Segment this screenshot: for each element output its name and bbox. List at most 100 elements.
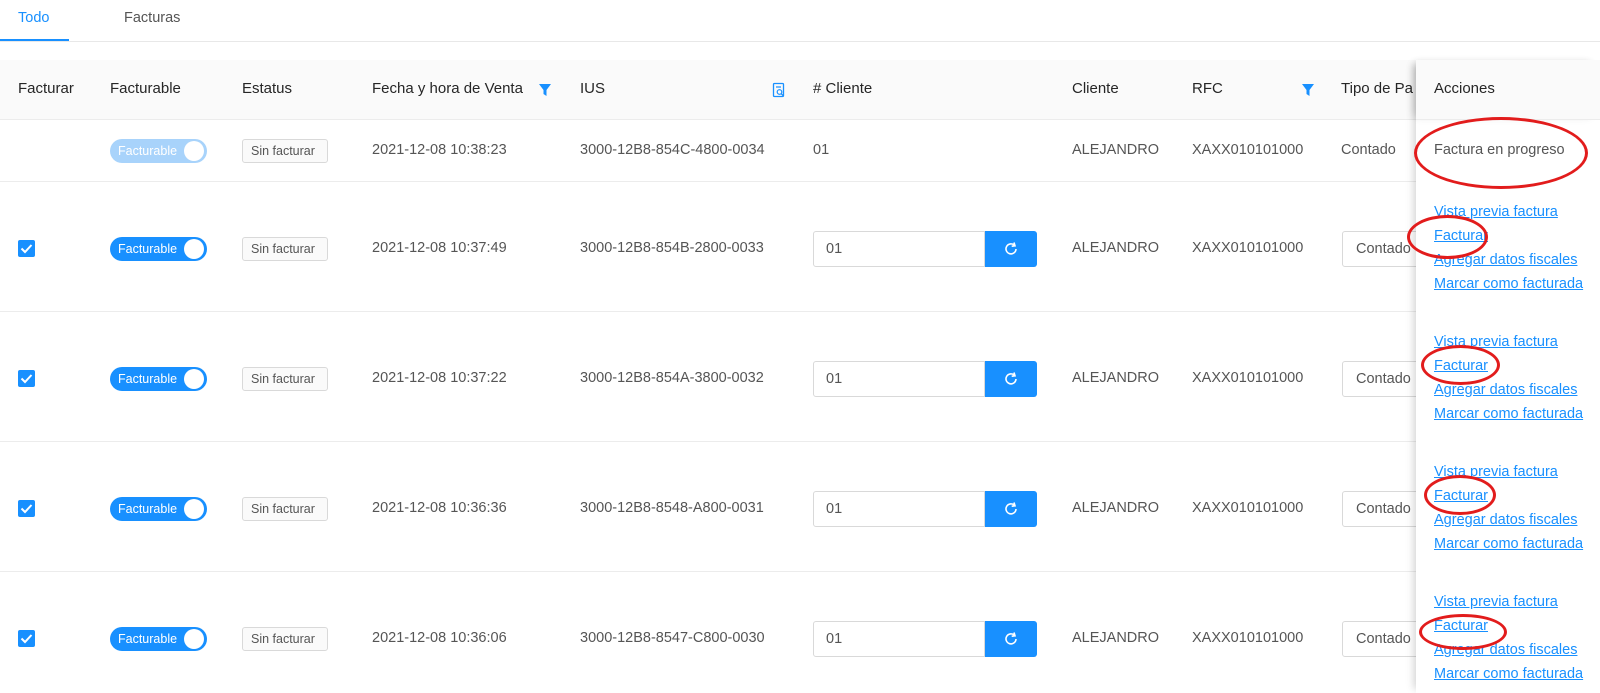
table-row: Facturable Sin facturar 2021-12-08 10:37… — [0, 312, 1600, 442]
check-icon — [20, 374, 33, 384]
toggle-knob — [184, 499, 204, 519]
rfc-cell: XAXX010101000 — [1192, 240, 1304, 256]
ius-cell: 3000-12B8-8547-C800-0030 — [580, 630, 765, 646]
tab-facturas[interactable]: Facturas — [124, 10, 180, 26]
header-cliente: Cliente — [1072, 80, 1119, 97]
cliente-num-input[interactable]: 01 — [813, 231, 985, 267]
refresh-button[interactable] — [985, 621, 1037, 657]
table-row: Facturable Sin facturar 2021-12-08 10:37… — [0, 182, 1600, 312]
header-rfc: RFC — [1192, 80, 1223, 97]
refresh-icon — [1005, 632, 1017, 645]
refresh-icon — [1005, 242, 1017, 255]
facturar-link[interactable]: Facturar — [1434, 358, 1488, 374]
ventas-table: Facturar Facturable Estatus Fecha y hora… — [0, 60, 1600, 693]
header-facturar: Facturar — [18, 80, 74, 97]
toggle-knob — [184, 141, 204, 161]
ius-cell: 3000-12B8-854B-2800-0033 — [580, 240, 764, 256]
table-row: Facturable Sin facturar 2021-12-08 10:36… — [0, 442, 1600, 572]
facturable-toggle[interactable]: Facturable — [110, 367, 207, 391]
table-row: Facturable Sin facturar 2021-12-08 10:36… — [0, 572, 1600, 693]
actions-header: Acciones — [1416, 60, 1600, 120]
rfc-cell: XAXX010101000 — [1192, 630, 1304, 646]
fecha-cell: 2021-12-08 10:37:49 — [372, 240, 507, 256]
facturable-toggle[interactable]: Facturable — [110, 237, 207, 261]
facturable-toggle-label: Facturable — [118, 144, 178, 158]
toggle-knob — [184, 629, 204, 649]
fecha-cell: 2021-12-08 10:36:36 — [372, 500, 507, 516]
header-ius: IUS — [580, 80, 606, 97]
fecha-cell: 2021-12-08 10:37:22 — [372, 370, 507, 386]
rfc-cell: XAXX010101000 — [1192, 500, 1304, 516]
agregar-datos-fiscales-link[interactable]: Agregar datos fiscales — [1434, 252, 1577, 268]
facturar-checkbox[interactable] — [18, 500, 35, 517]
toggle-knob — [184, 239, 204, 259]
marcar-facturada-link[interactable]: Marcar como facturada — [1434, 276, 1583, 292]
status-badge: Sin facturar — [242, 139, 328, 163]
facturable-toggle[interactable]: Facturable — [110, 497, 207, 521]
refresh-icon — [1005, 502, 1017, 515]
check-icon — [20, 634, 33, 644]
header-estatus: Estatus — [242, 80, 293, 97]
check-icon — [20, 504, 33, 514]
vista-previa-link[interactable]: Vista previa factura — [1434, 594, 1558, 610]
status-badge: Sin facturar — [242, 497, 328, 521]
status-badge: Sin facturar — [242, 367, 328, 391]
facturar-checkbox[interactable] — [18, 370, 35, 387]
marcar-facturada-link[interactable]: Marcar como facturada — [1434, 406, 1583, 422]
filter-icon[interactable] — [1301, 82, 1315, 98]
facturar-link[interactable]: Facturar — [1434, 488, 1488, 504]
agregar-datos-fiscales-link[interactable]: Agregar datos fiscales — [1434, 512, 1577, 528]
fecha-cell: 2021-12-08 10:38:23 — [372, 142, 507, 158]
ius-cell: 3000-12B8-854A-3800-0032 — [580, 370, 764, 386]
active-tab-indicator — [0, 39, 69, 41]
refresh-button[interactable] — [985, 231, 1037, 267]
tipo-pago-cell: Contado — [1341, 142, 1396, 158]
status-badge: Sin facturar — [242, 237, 328, 261]
refresh-button[interactable] — [985, 361, 1037, 397]
search-doc-icon[interactable] — [772, 82, 786, 98]
header-acciones: Acciones — [1434, 80, 1495, 97]
cliente-cell: ALEJANDRO — [1072, 142, 1160, 158]
facturable-toggle-label: Facturable — [118, 502, 178, 516]
status-badge: Sin facturar — [242, 627, 328, 651]
header-fecha: Fecha y hora de Venta — [372, 80, 523, 97]
facturable-toggle[interactable]: Facturable — [110, 627, 207, 651]
cliente-num-cell: 01 — [813, 142, 830, 158]
facturable-toggle[interactable]: Facturable — [110, 139, 207, 163]
facturable-toggle-label: Facturable — [118, 372, 178, 386]
fecha-cell: 2021-12-08 10:36:06 — [372, 630, 507, 646]
rfc-cell: XAXX010101000 — [1192, 370, 1304, 386]
agregar-datos-fiscales-link[interactable]: Agregar datos fiscales — [1434, 382, 1577, 398]
agregar-datos-fiscales-link[interactable]: Agregar datos fiscales — [1434, 642, 1577, 658]
header-cliente-num: # Cliente — [813, 80, 873, 97]
cliente-cell: ALEJANDRO — [1072, 630, 1160, 646]
marcar-facturada-link[interactable]: Marcar como facturada — [1434, 536, 1583, 552]
marcar-facturada-link[interactable]: Marcar como facturada — [1434, 666, 1583, 682]
cliente-num-input[interactable]: 01 — [813, 491, 985, 527]
filter-icon[interactable] — [538, 82, 552, 98]
vista-previa-link[interactable]: Vista previa factura — [1434, 204, 1558, 220]
vista-previa-link[interactable]: Vista previa factura — [1434, 464, 1558, 480]
facturable-toggle-label: Facturable — [118, 632, 178, 646]
table-row: Facturable Sin facturar 2021-12-08 10:38… — [0, 120, 1600, 182]
cliente-cell: ALEJANDRO — [1072, 240, 1160, 256]
header-facturable: Facturable — [110, 80, 181, 97]
tab-todo[interactable]: Todo — [18, 10, 49, 26]
facturar-checkbox[interactable] — [18, 630, 35, 647]
cliente-cell: ALEJANDRO — [1072, 500, 1160, 516]
rfc-cell: XAXX010101000 — [1192, 142, 1304, 158]
ius-cell: 3000-12B8-8548-A800-0031 — [580, 500, 764, 516]
facturable-toggle-label: Facturable — [118, 242, 178, 256]
cliente-num-input[interactable]: 01 — [813, 621, 985, 657]
cliente-num-input[interactable]: 01 — [813, 361, 985, 397]
refresh-button[interactable] — [985, 491, 1037, 527]
ius-cell: 3000-12B8-854C-4800-0034 — [580, 142, 765, 158]
vista-previa-link[interactable]: Vista previa factura — [1434, 334, 1558, 350]
facturar-checkbox[interactable] — [18, 240, 35, 257]
refresh-icon — [1005, 372, 1017, 385]
facturar-link[interactable]: Facturar — [1434, 618, 1488, 634]
facturar-link[interactable]: Facturar — [1434, 228, 1488, 244]
toggle-knob — [184, 369, 204, 389]
tab-bar: Todo Facturas — [0, 0, 1600, 42]
table-header: Facturar Facturable Estatus Fecha y hora… — [0, 60, 1600, 120]
